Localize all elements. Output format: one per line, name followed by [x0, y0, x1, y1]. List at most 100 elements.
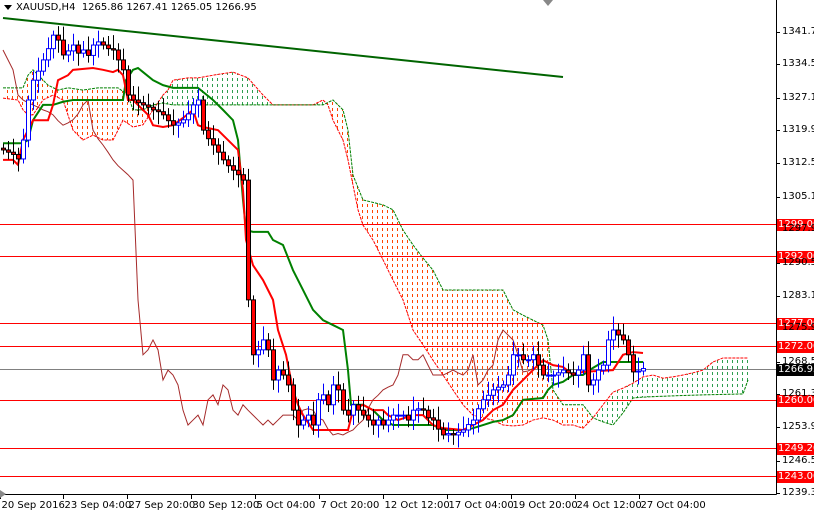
- candle-body: [511, 354, 516, 376]
- candle: [341, 383, 346, 415]
- candle: [281, 361, 286, 380]
- cloud-segment: [688, 373, 691, 396]
- time-axis-label: 27 Oct 04:00: [640, 500, 706, 511]
- cloud-segment: [658, 376, 661, 397]
- cloud-segment: [655, 375, 658, 397]
- price-axis-label: 1261.30: [782, 387, 814, 399]
- candle-body: [226, 159, 231, 167]
- candle-body: [11, 151, 16, 155]
- cloud-segment: [643, 376, 646, 398]
- candle-body: [286, 374, 291, 386]
- candle: [446, 422, 451, 443]
- cloud-segment: [463, 289, 466, 408]
- time-axis-label: 12 Oct 12:00: [384, 500, 450, 511]
- candle: [586, 341, 591, 393]
- candle: [461, 416, 466, 437]
- cloud-segment: [730, 357, 733, 395]
- cloud-segment: [190, 77, 193, 105]
- cloud-segment: [660, 377, 663, 397]
- cloud-segment: [415, 248, 418, 338]
- cloud-segment: [668, 377, 671, 397]
- cloud-segment: [218, 74, 221, 105]
- candle: [86, 36, 91, 63]
- cloud-segment: [568, 404, 571, 426]
- price-chart[interactable]: [0, 0, 814, 514]
- candle-body: [41, 59, 46, 72]
- candle-body: [581, 354, 586, 371]
- candle-body: [541, 364, 546, 376]
- cloud-segment: [410, 241, 413, 331]
- cloud-segment: [578, 404, 581, 428]
- cloud-segment: [95, 87, 98, 138]
- dropdown-triangle-icon[interactable]: [4, 4, 12, 10]
- candle-body: [346, 409, 351, 416]
- cloud-segment: [570, 404, 573, 426]
- cloud-segment: [450, 289, 453, 390]
- time-axis-label: 23 Sep 04:00: [64, 500, 132, 511]
- candle-body: [321, 394, 326, 401]
- cloud-segment: [330, 99, 333, 121]
- cloud-segment: [523, 315, 526, 426]
- candle-body: [261, 339, 266, 351]
- chart-scroll-marker-icon[interactable]: [0, 490, 6, 498]
- candle-body: [496, 386, 501, 391]
- candle: [266, 333, 271, 358]
- candle-body: [306, 414, 311, 421]
- candle-body: [26, 99, 31, 141]
- cloud-segment: [208, 75, 211, 105]
- cloud-segment: [713, 360, 716, 395]
- cloud-segment: [553, 389, 556, 422]
- cloud-segment: [505, 294, 508, 426]
- cloud-segment: [708, 364, 711, 395]
- candle: [416, 402, 421, 423]
- level-price-label: 1249.20: [777, 442, 814, 455]
- candle: [1, 143, 6, 155]
- cloud-segment: [175, 79, 178, 105]
- candle-body: [621, 334, 626, 341]
- candle-body: [311, 414, 316, 426]
- cloud-segment: [683, 374, 686, 396]
- candle-body: [61, 39, 66, 56]
- candle-body: [96, 41, 101, 46]
- candle-body: [31, 79, 36, 101]
- cloud-segment: [80, 89, 83, 141]
- candle: [111, 35, 116, 60]
- candle: [631, 345, 636, 382]
- cloud-segment: [390, 208, 393, 281]
- cloud-segment: [623, 386, 626, 413]
- cloud-segment: [445, 289, 448, 383]
- candle-body: [331, 384, 336, 406]
- candle-body: [231, 165, 236, 171]
- cloud-segment: [8, 87, 11, 100]
- chart-shift-marker-icon[interactable]: [543, 0, 553, 6]
- time-axis-label: 7 Oct 20:00: [320, 500, 380, 511]
- cloud-segment: [618, 389, 621, 419]
- candle-body: [396, 414, 401, 417]
- cloud-segment: [703, 368, 706, 395]
- cloud-segment: [478, 289, 481, 418]
- candle-body: [141, 102, 146, 106]
- candle-body: [606, 339, 611, 366]
- cloud-segment: [653, 375, 656, 397]
- candle: [61, 26, 66, 60]
- cloud-segment: [220, 73, 223, 105]
- candle-body: [36, 70, 41, 81]
- candle-body: [381, 419, 386, 426]
- candle: [381, 411, 386, 430]
- cloud-segment: [398, 219, 401, 295]
- cloud-segment: [565, 404, 568, 426]
- cloud-segment: [575, 404, 578, 427]
- candle-body: [66, 50, 71, 56]
- candle-body: [6, 149, 11, 153]
- cloud-segment: [443, 289, 446, 379]
- cloud-segment: [645, 375, 648, 397]
- candle-body: [171, 120, 176, 126]
- cloud-segment: [243, 75, 246, 105]
- level-price-label: 1243.00: [777, 470, 814, 483]
- candle-body: [526, 359, 531, 362]
- candle: [201, 95, 206, 135]
- candle-body: [406, 414, 411, 421]
- cloud-segment: [605, 398, 608, 424]
- candle-body: [371, 419, 376, 426]
- cloud-segment: [603, 401, 606, 423]
